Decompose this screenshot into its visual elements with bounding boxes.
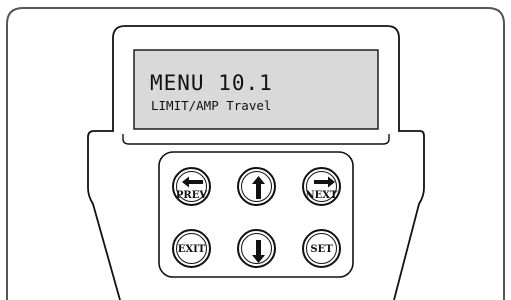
arrow-down-icon xyxy=(252,240,265,263)
set-button[interactable]: SET xyxy=(302,229,341,268)
prev-button[interactable]: PREV xyxy=(172,167,211,206)
next-label: NEXT xyxy=(305,190,338,201)
down-button[interactable] xyxy=(237,229,276,268)
lcd-line-2: LIMIT/AMP Travel xyxy=(151,98,272,113)
exit-label: EXIT xyxy=(177,244,206,255)
next-button[interactable]: NEXT xyxy=(302,167,341,206)
up-button[interactable] xyxy=(237,167,276,206)
lcd-line-1: MENU 10.1 xyxy=(150,71,273,95)
arrow-left-icon xyxy=(182,176,203,188)
arrow-up-icon xyxy=(252,176,265,199)
exit-button[interactable]: EXIT xyxy=(172,229,211,268)
set-label: SET xyxy=(310,244,333,255)
prev-label: PREV xyxy=(175,190,208,201)
arrow-right-icon xyxy=(314,176,335,188)
